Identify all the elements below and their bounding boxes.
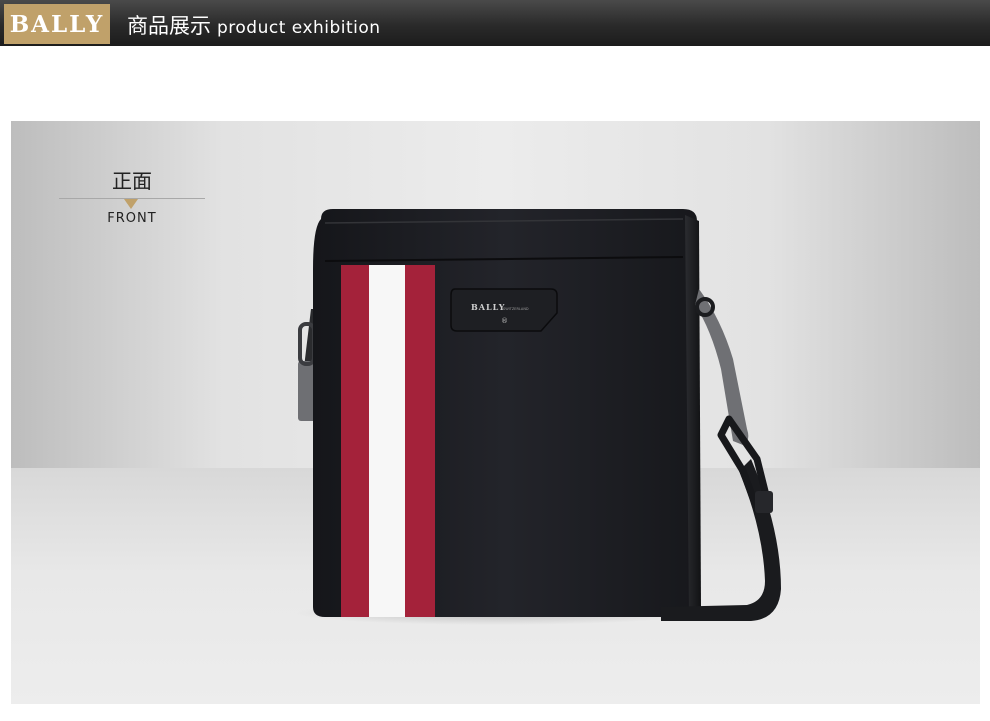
section-title-en: product exhibition: [217, 18, 381, 38]
view-label-cn: 正面: [112, 169, 152, 193]
logo-patch-subtext: SWITZERLAND: [503, 307, 529, 311]
view-label: 正面 FRONT: [59, 165, 205, 226]
section-title: 商品展示 product exhibition: [127, 10, 381, 40]
stripe-red-left: [341, 265, 369, 617]
brand-logo[interactable]: BALLY: [4, 4, 110, 44]
right-strap-upper: [695, 289, 749, 445]
stripe-white: [369, 265, 405, 617]
down-arrow-icon: [124, 199, 138, 209]
right-strap-keeper: [755, 491, 773, 513]
stripe-red-right: [405, 265, 435, 617]
header-bar: BALLY 商品展示 product exhibition: [0, 0, 990, 46]
view-label-en: FRONT: [107, 211, 157, 226]
section-title-cn: 商品展示: [127, 14, 211, 38]
brand-name: BALLY: [9, 10, 105, 38]
product-image-panel: 正面 FRONT BALLY SWITZERLAND ®: [11, 121, 980, 704]
product-bag-image: BALLY SWITZERLAND ®: [296, 209, 781, 625]
logo-patch-mark: ®: [501, 317, 508, 325]
logo-patch-text: BALLY: [471, 302, 505, 312]
